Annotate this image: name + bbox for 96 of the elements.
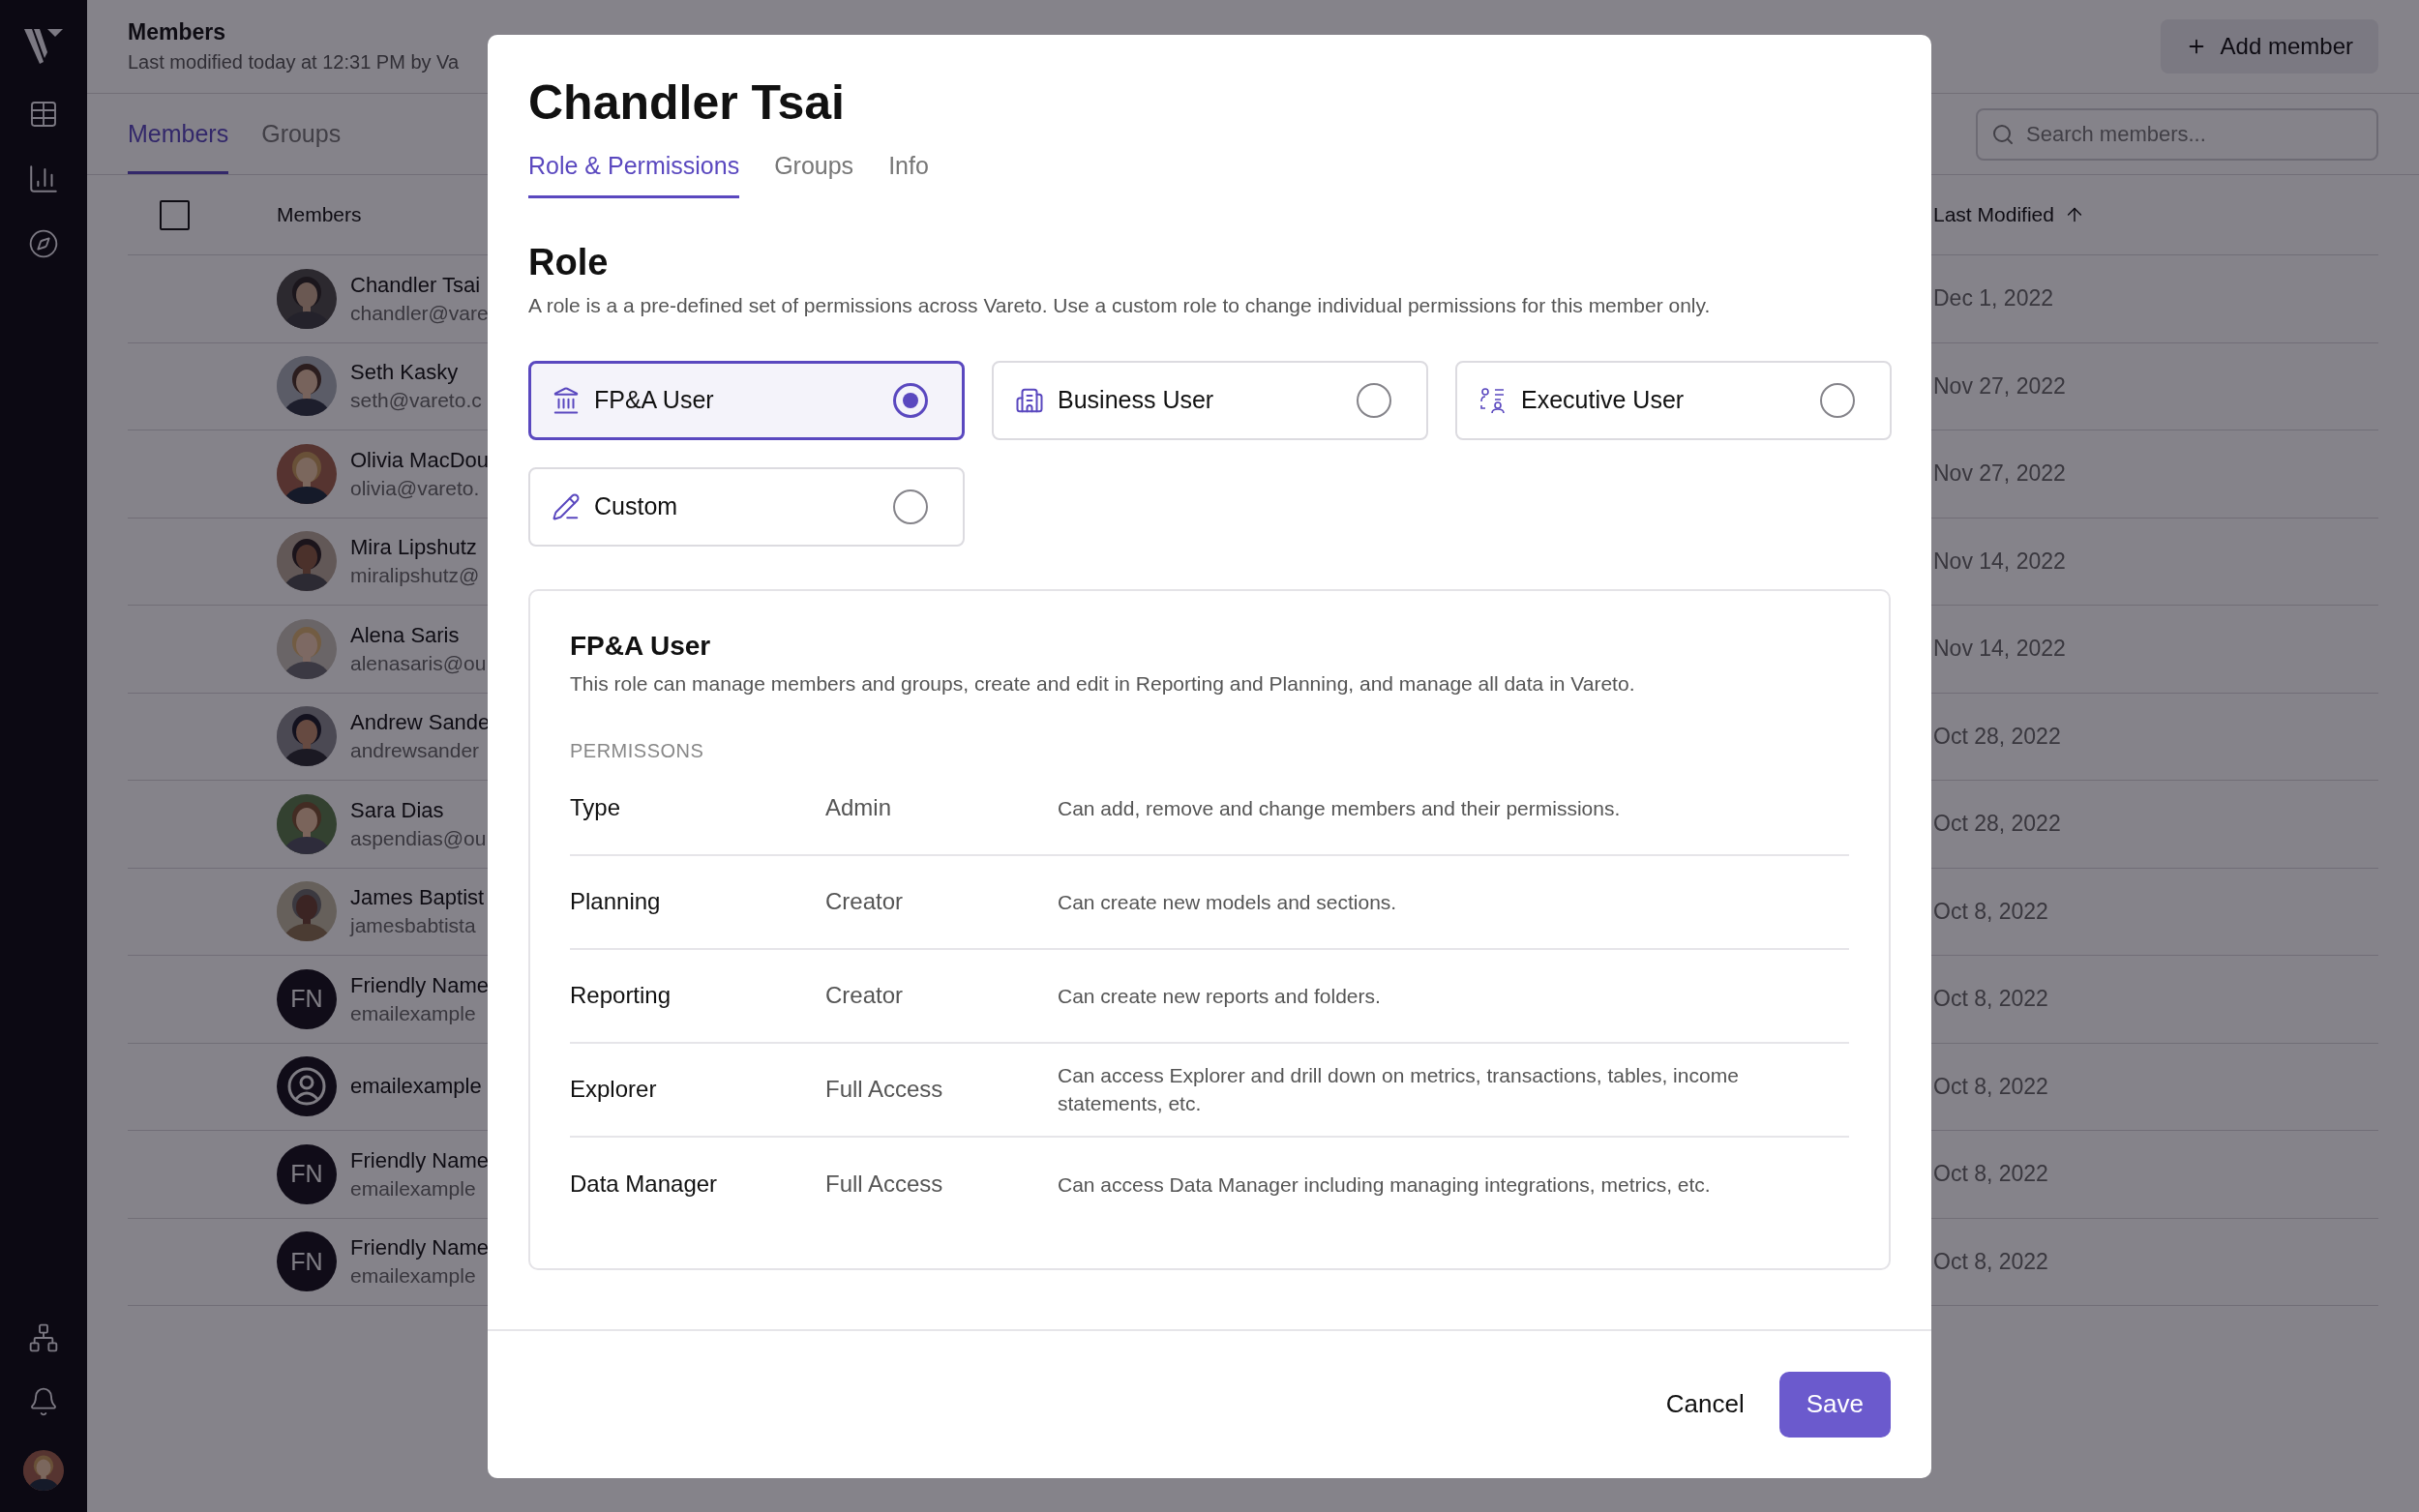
- permission-description: Can create new models and sections.: [1058, 889, 1398, 915]
- role-option[interactable]: Custom: [528, 466, 965, 547]
- people-list-icon: [1478, 385, 1508, 415]
- role-title: FP&A User: [570, 629, 712, 663]
- add-member-button[interactable]: Add member: [2160, 19, 2378, 74]
- permission-description: Can add, remove and change members and their permissions.: [1058, 795, 1622, 821]
- modified-date: Oct 8, 2022: [1933, 1161, 2049, 1188]
- member-name: Chandler Tsai: [350, 272, 482, 298]
- member-email: emailexample: [350, 1176, 477, 1201]
- select-all-checkbox[interactable]: [160, 199, 190, 230]
- member-email: miralipshutz@: [350, 564, 480, 588]
- member-name: Andrew Sande: [350, 710, 491, 736]
- radio-button[interactable]: [1820, 382, 1855, 418]
- save-button[interactable]: Save: [1778, 1371, 1891, 1438]
- page-subtitle: Last modified today at 12:31 PM by Va: [128, 51, 460, 74]
- avatar-initials: FN: [277, 1143, 337, 1204]
- bar-chart-icon[interactable]: [27, 163, 60, 195]
- search-icon: [1991, 122, 2015, 146]
- member-name: Seth Kasky: [350, 360, 460, 386]
- role-option[interactable]: Executive User: [1455, 360, 1892, 440]
- role-label: FP&A User: [594, 386, 715, 414]
- section-description: A role is a a pre-defined set of permissions across Vareto. Use a custom role to change individual permissions for this member only.: [528, 292, 1712, 318]
- role-label: Business User: [1058, 386, 1215, 414]
- member-email: alenasaris@ou: [350, 651, 487, 675]
- radio-button[interactable]: [1357, 382, 1391, 418]
- section-heading: Role: [528, 240, 610, 284]
- column-header: Members: [277, 203, 363, 226]
- member-email: emailexample: [350, 1264, 477, 1289]
- permission-name: Type: [570, 794, 622, 821]
- member-email: aspendias@ou: [350, 826, 487, 850]
- dialog-tab[interactable]: Groups: [774, 150, 854, 198]
- table-icon[interactable]: [28, 99, 59, 130]
- dialog-title: Chandler Tsai: [528, 74, 846, 132]
- member-email: jamesbabtista: [350, 914, 477, 938]
- permission-name: Planning: [570, 888, 662, 915]
- search-field[interactable]: Search members...: [1976, 107, 2378, 161]
- avatar-initials: FN: [277, 968, 337, 1029]
- member-name: James Baptist: [350, 885, 485, 911]
- member-email: chandler@vare: [350, 301, 489, 325]
- dialog-tab[interactable]: Info: [888, 150, 929, 198]
- page-tab[interactable]: Groups: [261, 94, 342, 174]
- compass-icon[interactable]: [28, 228, 59, 259]
- member-email: seth@vareto.c: [350, 389, 482, 413]
- member-name: Mira Lipshutz: [350, 535, 478, 561]
- member-name: Friendly Name: [350, 1147, 490, 1173]
- member-name: Friendly Name: [350, 1235, 490, 1261]
- logo-icon: [22, 27, 65, 66]
- role-option[interactable]: FP&A User: [528, 360, 965, 440]
- permission-access: Creator: [825, 982, 905, 1009]
- modified-date: Nov 14, 2022: [1933, 548, 2067, 575]
- hierarchy-icon[interactable]: [28, 1322, 59, 1353]
- permission-access: Full Access: [825, 1171, 944, 1198]
- modified-date: Nov 14, 2022: [1933, 636, 2067, 663]
- pencil-icon: [552, 491, 581, 521]
- member-name: Friendly Name: [350, 972, 490, 998]
- permission-access: Admin: [825, 794, 893, 821]
- modified-date: Oct 28, 2022: [1933, 723, 2062, 750]
- modified-date: Dec 1, 2022: [1933, 285, 2055, 312]
- user-avatar-icon: [277, 1056, 337, 1117]
- permission-access: Creator: [825, 888, 905, 915]
- modified-date: Oct 8, 2022: [1933, 1248, 2049, 1275]
- modified-date: Oct 8, 2022: [1933, 1073, 2049, 1100]
- radio-button[interactable]: [893, 382, 928, 418]
- role-description: This role can manage members and groups, create and edit in Reporting and Planning, and manage all data in Vareto.: [570, 670, 1636, 697]
- member-name: Alena Saris: [350, 622, 461, 648]
- member-name: Sara Dias: [350, 797, 445, 823]
- avatar-initials: FN: [277, 1231, 337, 1292]
- cancel-button[interactable]: Cancel: [1665, 1381, 1745, 1427]
- permission-description: Can create new reports and folders.: [1058, 983, 1382, 1009]
- member-name: emailexample: [350, 1074, 482, 1100]
- permission-description: Can access Data Manager including managing integrations, metrics, etc.: [1058, 1171, 1712, 1198]
- column-header[interactable]: Last Modified: [1933, 203, 2054, 226]
- modified-date: Oct 8, 2022: [1933, 986, 2049, 1013]
- member-name: Olivia MacDou: [350, 447, 490, 473]
- permission-access: Full Access: [825, 1076, 944, 1103]
- role-label: Executive User: [1521, 386, 1686, 414]
- bank-icon: [552, 385, 581, 415]
- section-label: PERMISSONS: [570, 738, 705, 762]
- dialog-tab[interactable]: Role & Permissions: [528, 150, 740, 198]
- page-title: Members: [128, 19, 226, 45]
- radio-button[interactable]: [893, 489, 928, 524]
- permission-name: Explorer: [570, 1076, 658, 1103]
- member-email: emailexample: [350, 1001, 477, 1025]
- role-option[interactable]: Business User: [992, 360, 1428, 440]
- permission-name: Data Manager: [570, 1171, 719, 1198]
- modified-date: Nov 27, 2022: [1933, 460, 2067, 488]
- member-email: olivia@vareto.: [350, 476, 481, 500]
- page-tab[interactable]: Members: [128, 94, 229, 174]
- bell-icon[interactable]: [28, 1386, 59, 1417]
- permission-description: Can access Explorer and drill down on metrics, transactions, tables, income statements, etc.: [1058, 1063, 1740, 1116]
- permission-name: Reporting: [570, 982, 672, 1009]
- member-email: andrewsander: [350, 739, 481, 763]
- modified-date: Oct 8, 2022: [1933, 898, 2049, 925]
- modified-date: Oct 28, 2022: [1933, 811, 2062, 838]
- modified-date: Nov 27, 2022: [1933, 372, 2067, 400]
- role-label: Custom: [594, 492, 679, 520]
